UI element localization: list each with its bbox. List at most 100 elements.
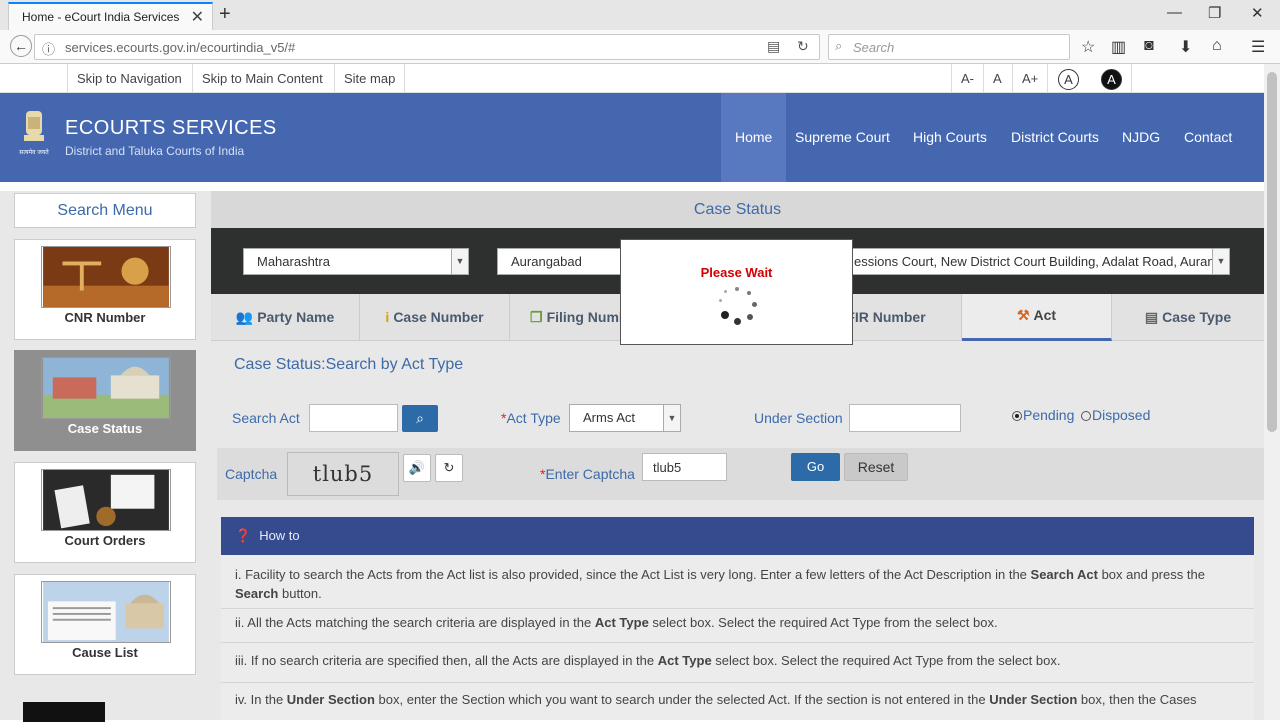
copy-icon: ❐ <box>530 309 543 325</box>
tab-close-icon[interactable]: ✕ <box>191 7 204 27</box>
court-complex-select[interactable]: essions Court, New District Court Buildi… <box>851 248 1230 275</box>
sidebar-bottom-widget[interactable] <box>23 702 105 722</box>
search-act-button[interactable]: ⌕ <box>402 405 438 432</box>
skip-to-main-content-link[interactable]: Skip to Main Content <box>192 64 332 93</box>
tab-party-name[interactable]: 👥 Party Name <box>211 294 360 341</box>
info-icon[interactable]: ⓘ <box>42 39 55 58</box>
gavel-icon: ⚒ <box>1016 307 1030 323</box>
how-to-item: iv. In the Under Section box, enter the … <box>235 692 1197 707</box>
tab-case-number[interactable]: i Case Number <box>360 294 510 341</box>
minimize-icon[interactable]: — <box>1167 4 1182 21</box>
cause-list-image <box>41 581 171 643</box>
state-select[interactable]: Maharashtra ▼ <box>243 248 469 275</box>
font-decrease-button[interactable]: A- <box>951 64 983 93</box>
question-circle-icon: ❓ <box>235 528 252 543</box>
search-icon: ⌕ <box>416 410 424 426</box>
sidebar-item-case-status[interactable]: Case Status <box>14 350 196 451</box>
how-to-panel: ❓ How to i. Facility to search the Acts f… <box>221 517 1254 720</box>
restore-icon[interactable]: ❐ <box>1208 4 1221 22</box>
sidebar-item-cnr-number[interactable]: CNR Number <box>14 239 196 340</box>
info-icon: i <box>385 309 390 325</box>
disposed-radio[interactable] <box>1081 411 1091 421</box>
header-divider <box>0 182 1264 191</box>
sidebar-item-label: Case Status <box>67 421 143 436</box>
refresh-captcha-icon[interactable]: ↻ <box>435 454 463 482</box>
back-icon[interactable]: ← <box>10 35 32 57</box>
under-section-label: Under Section <box>754 410 843 426</box>
how-to-header[interactable]: ❓ How to <box>221 517 1254 555</box>
font-normal-button[interactable]: A <box>983 64 1011 93</box>
search-icon: ⌕ <box>835 38 843 53</box>
reader-view-icon[interactable]: ▤ <box>767 38 780 55</box>
reset-button[interactable]: Reset <box>844 453 908 481</box>
audio-captcha-icon[interactable]: 🔊 <box>403 454 431 482</box>
download-icon[interactable]: ⬇ <box>1179 37 1192 57</box>
users-icon: 👥 <box>235 309 254 325</box>
chevron-down-icon: ▼ <box>1212 249 1229 274</box>
menu-home[interactable]: Home <box>721 93 787 182</box>
menu-supreme-court[interactable]: Supreme Court <box>781 93 904 182</box>
national-emblem-icon: सत्यमेव जयते <box>19 111 49 156</box>
how-to-item: iii. If no search criteria are specified… <box>235 653 1061 668</box>
disposed-radio-option[interactable]: Disposed <box>1081 407 1150 423</box>
skip-to-navigation-link[interactable]: Skip to Navigation <box>67 64 191 93</box>
sidebar-item-cause-list[interactable]: Cause List <box>14 574 196 675</box>
font-increase-button[interactable]: A+ <box>1012 64 1047 93</box>
enter-captcha-input[interactable] <box>642 453 727 481</box>
tab-label: FIR Number <box>846 309 926 325</box>
pocket-icon[interactable]: ◙ <box>1144 37 1154 55</box>
please-wait-text: Please Wait <box>700 265 773 280</box>
tab-act[interactable]: ⚒ Act <box>962 294 1112 341</box>
bookmark-star-icon[interactable]: ☆ <box>1081 37 1095 57</box>
tab-label: Party Name <box>257 309 335 325</box>
go-button[interactable]: Go <box>791 453 840 481</box>
please-wait-modal: Please Wait <box>620 239 853 345</box>
tab-label: Case Type <box>1162 309 1232 325</box>
how-to-divider <box>221 608 1254 609</box>
act-type-select-value: Arms Act <box>583 410 636 425</box>
reload-icon[interactable]: ↻ <box>797 38 809 55</box>
browser-search-box[interactable]: ⌕ Search <box>828 34 1070 60</box>
browser-tab[interactable]: Home - eCourt India Services ✕ <box>8 2 213 30</box>
url-bar[interactable]: ⓘ services.ecourts.gov.in/ecourtindia_v5… <box>34 34 820 60</box>
how-to-divider <box>221 682 1254 683</box>
how-to-divider <box>221 642 1254 643</box>
scrollbar-thumb[interactable] <box>1267 72 1277 432</box>
under-section-input[interactable] <box>849 404 961 432</box>
state-select-value: Maharashtra <box>257 254 330 269</box>
high-contrast-button[interactable]: A <box>1101 69 1122 90</box>
menu-district-courts[interactable]: District Courts <box>997 93 1113 182</box>
sidebar-item-court-orders[interactable]: Court Orders <box>14 462 196 563</box>
menu-njdg[interactable]: NJDG <box>1108 93 1174 182</box>
case-status-title: Case Status <box>211 191 1264 228</box>
library-icon[interactable]: ▥ <box>1111 37 1126 57</box>
page-scrollbar[interactable] <box>1264 64 1280 720</box>
sidebar-item-label: Court Orders <box>64 533 146 548</box>
normal-contrast-button[interactable]: A <box>1058 69 1079 90</box>
site-map-link[interactable]: Site map <box>334 64 406 93</box>
browser-tab-bar: Home - eCourt India Services ✕ + — ❐ ✕ <box>0 0 1280 30</box>
menu-high-courts[interactable]: High Courts <box>899 93 1001 182</box>
search-menu-sidebar: Search Menu CNR Number Case Status Court… <box>0 191 211 722</box>
home-icon[interactable]: ⌂ <box>1212 37 1222 55</box>
hamburger-menu-icon[interactable]: ☰ <box>1251 37 1265 57</box>
search-act-label: Search Act <box>232 410 300 426</box>
menu-contact-us[interactable]: Contact Us <box>1170 93 1264 234</box>
new-tab-icon[interactable]: + <box>219 3 231 26</box>
close-window-icon[interactable]: ✕ <box>1251 4 1264 22</box>
site-header: सत्यमेव जयते ECOURTS SERVICES District a… <box>0 93 1264 234</box>
tab-case-type[interactable]: ▤ Case Type <box>1112 294 1264 341</box>
how-to-title: How to <box>259 528 300 543</box>
court-complex-select-value: essions Court, New District Court Buildi… <box>854 254 1230 269</box>
district-select[interactable]: Aurangabad <box>497 248 623 275</box>
act-type-select[interactable]: Arms Act ▼ <box>569 404 681 432</box>
search-act-input[interactable] <box>309 404 398 432</box>
browser-navbar: ← ⓘ services.ecourts.gov.in/ecourtindia_… <box>0 30 1280 64</box>
district-select-value: Aurangabad <box>511 254 582 269</box>
accessibility-bar: Skip to Navigation Skip to Main Content … <box>0 64 1264 93</box>
pending-radio-option[interactable]: Pending <box>1012 407 1074 423</box>
captcha-image: tlub5 <box>287 452 399 496</box>
site-subtitle: District and Taluka Courts of India <box>65 144 245 158</box>
pending-radio[interactable] <box>1012 411 1022 421</box>
how-to-item: i. Facility to search the Acts from the … <box>235 567 1205 601</box>
